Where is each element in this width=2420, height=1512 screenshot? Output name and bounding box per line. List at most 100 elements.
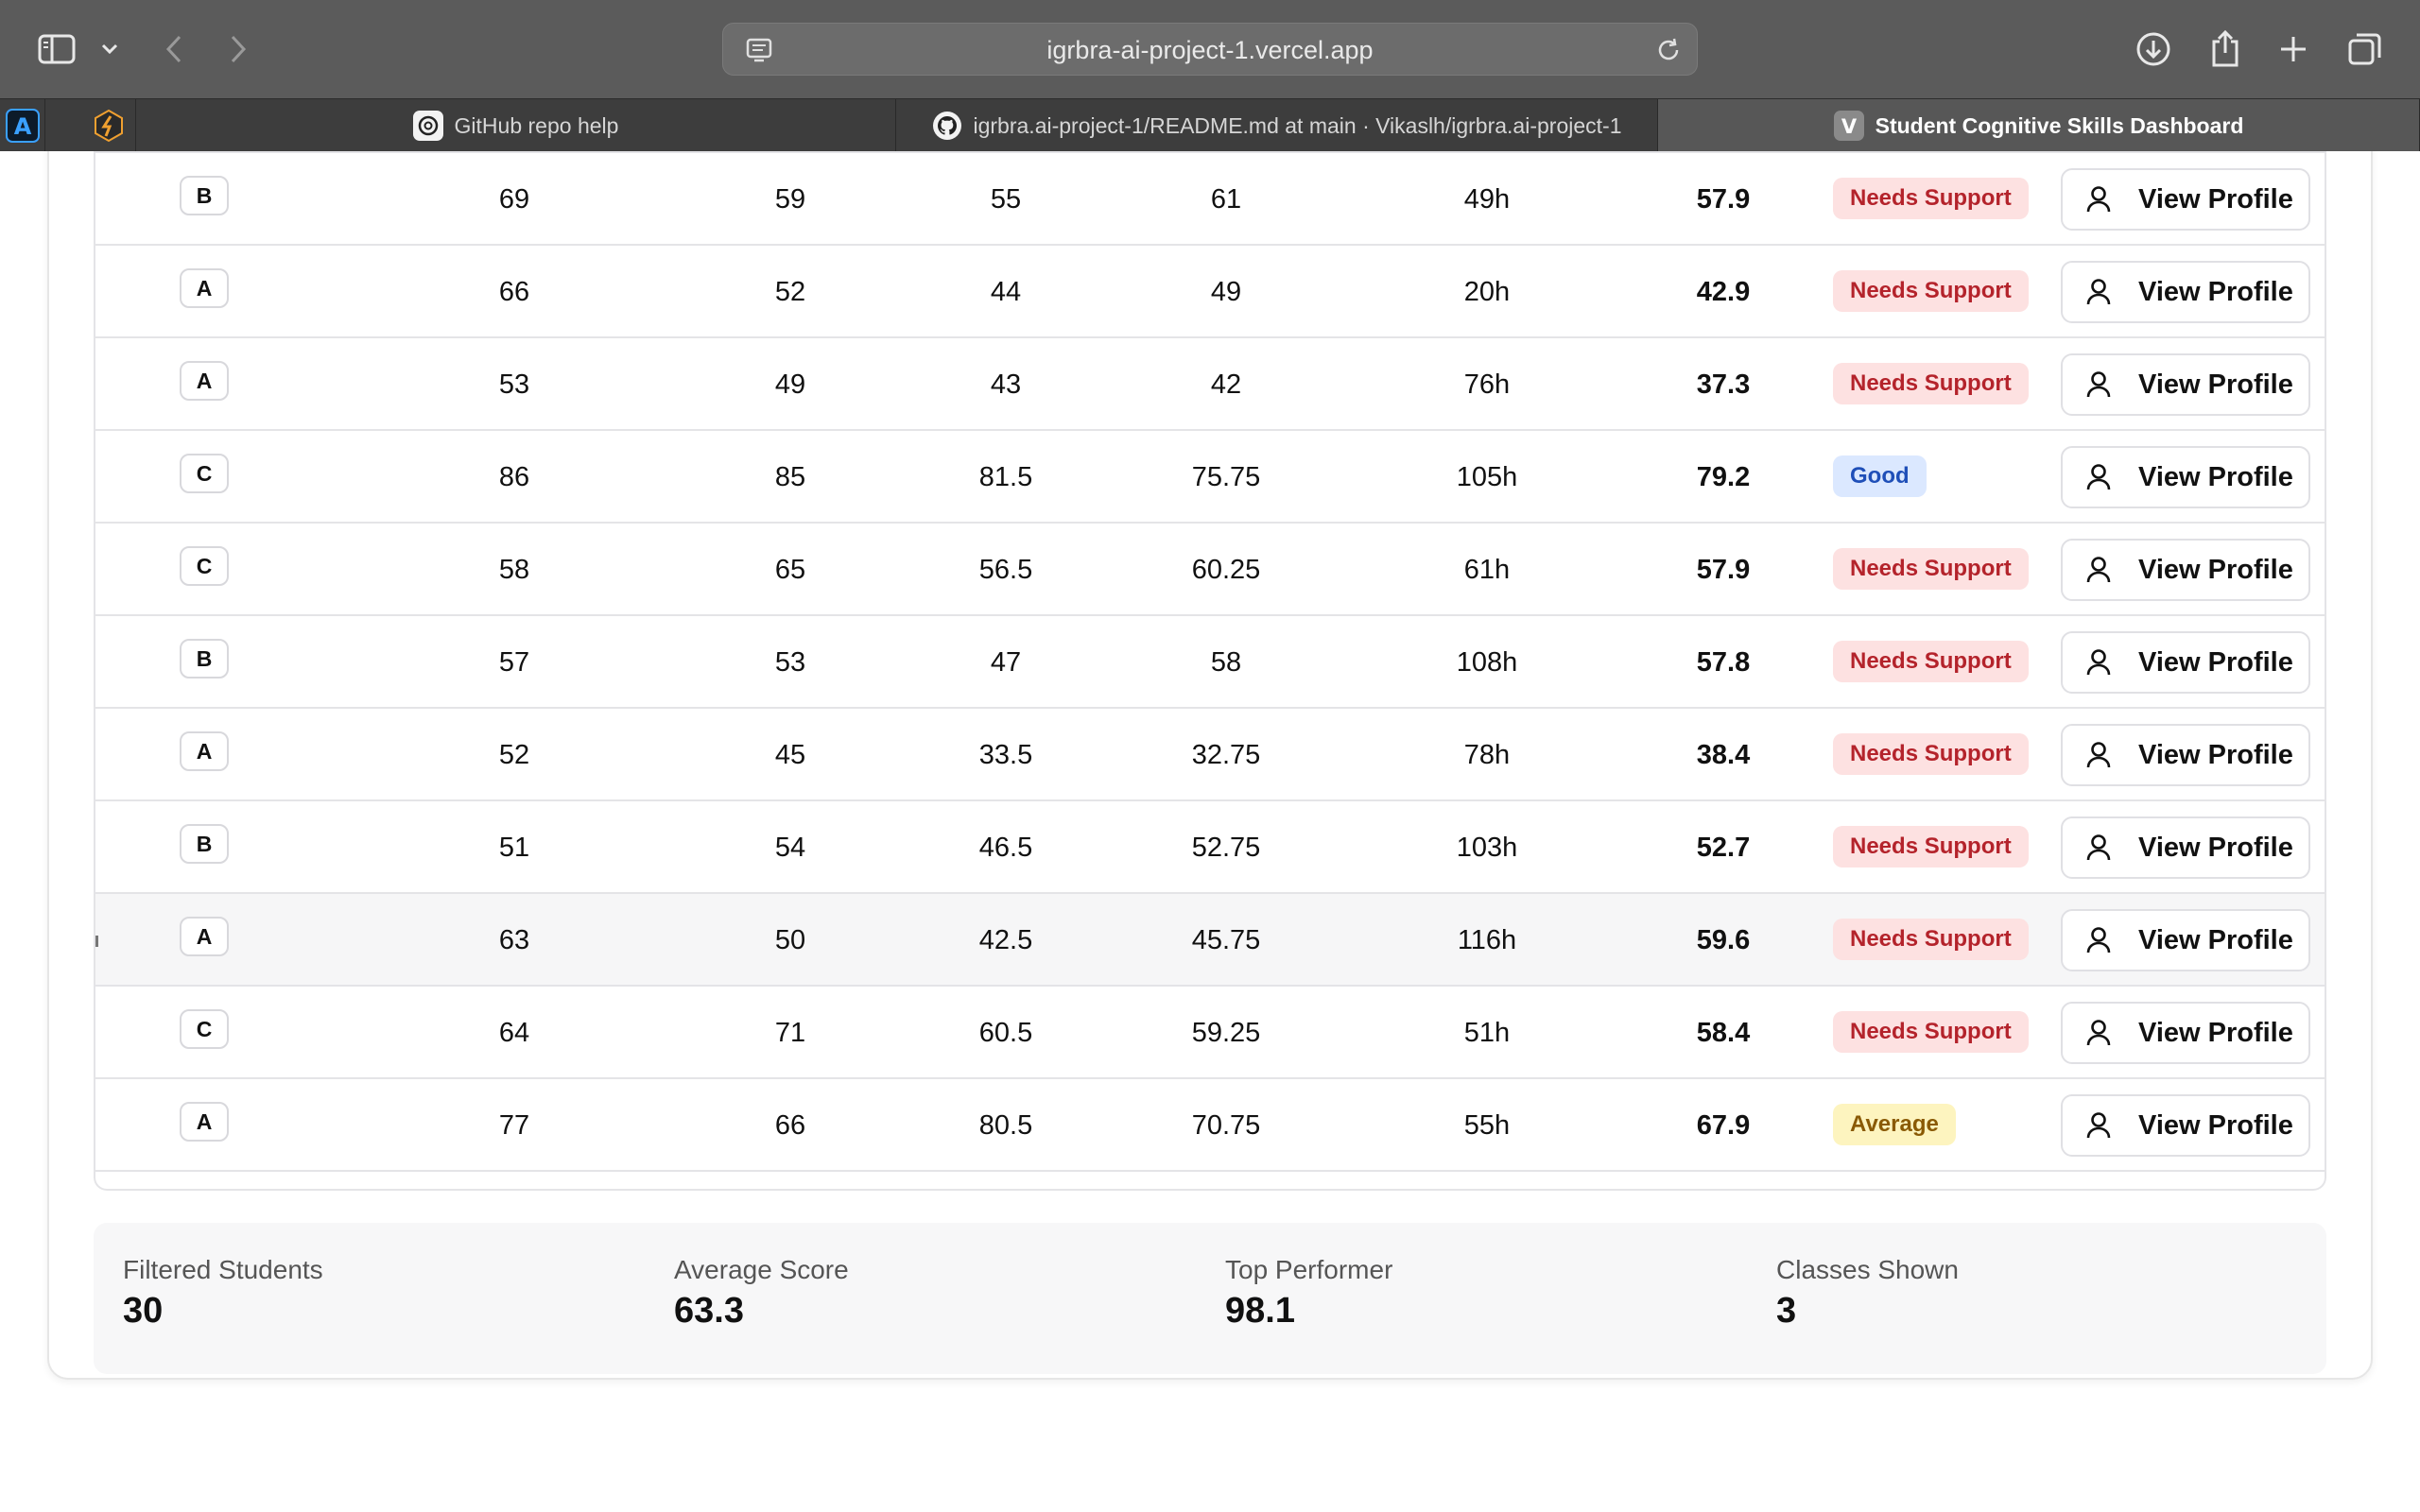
tab-overview-icon[interactable] xyxy=(2342,26,2388,72)
class-badge: A xyxy=(180,361,229,401)
view-profile-label: View Profile xyxy=(2138,924,2293,955)
score-cell: 58.4 xyxy=(1696,1018,1751,1048)
metric-cell: 66 xyxy=(498,277,530,307)
tab-student-dashboard[interactable]: V Student Cognitive Skills Dashboard xyxy=(1658,99,2420,152)
metric-cell: 71 xyxy=(774,1018,806,1048)
status-badge: Needs Support xyxy=(1833,641,2029,682)
view-profile-button[interactable]: View Profile xyxy=(2061,1094,2310,1157)
status-badge: Needs Support xyxy=(1833,178,2029,219)
metric-cell: 54 xyxy=(774,833,806,863)
table-row: B 69 59 55 61 49h 57.9 Needs Support View Profil… xyxy=(95,153,2325,246)
chevron-down-icon[interactable] xyxy=(87,26,132,72)
class-badge: A xyxy=(180,731,229,771)
view-profile-button[interactable]: View Profile xyxy=(2061,631,2310,694)
download-icon[interactable] xyxy=(2131,26,2176,72)
score-cell: 38.4 xyxy=(1696,740,1751,770)
hours-cell: 108h xyxy=(1456,647,1518,678)
metric-cell: 57 xyxy=(498,647,530,678)
metric-cell: 58 xyxy=(1210,647,1242,678)
view-profile-button[interactable]: View Profile xyxy=(2061,724,2310,786)
table-row: C 86 85 81.5 75.75 105h 79.2 Good View Profile xyxy=(95,431,2325,524)
v-icon: V xyxy=(1833,111,1864,141)
tab-github-repo-help[interactable]: GitHub repo help xyxy=(136,99,896,152)
metric-cell: 42 xyxy=(1210,369,1242,400)
address-bar[interactable]: igrbra-ai-project-1.vercel.app xyxy=(722,23,1698,76)
lightning-app-icon xyxy=(94,109,123,143)
pinned-tab-a[interactable]: A xyxy=(0,99,45,152)
metric-cell: 60.25 xyxy=(1191,555,1261,585)
new-tab-icon[interactable] xyxy=(2271,26,2316,72)
view-profile-button[interactable]: View Profile xyxy=(2061,261,2310,323)
share-icon[interactable] xyxy=(2203,26,2248,72)
user-icon xyxy=(2086,371,2111,398)
user-icon xyxy=(2086,927,2111,954)
status-badge: Needs Support xyxy=(1833,1011,2029,1053)
browser-toolbar: igrbra-ai-project-1.vercel.app xyxy=(0,0,2420,98)
table-row: A 53 49 43 42 76h 37.3 Needs Support View Profil… xyxy=(95,338,2325,431)
score-cell: 57.8 xyxy=(1696,647,1751,678)
table-row: A 63 50 42.5 45.75 116h 59.6 Needs Support View … xyxy=(95,894,2325,987)
metric-cell: 43 xyxy=(990,369,1022,400)
metric-cell: 32.75 xyxy=(1191,740,1261,770)
view-profile-button[interactable]: View Profile xyxy=(2061,816,2310,879)
score-cell: 57.9 xyxy=(1696,555,1751,585)
hours-cell: 103h xyxy=(1456,833,1518,863)
view-profile-button[interactable]: View Profile xyxy=(2061,353,2310,416)
status-badge: Average xyxy=(1833,1104,1956,1145)
class-badge: A xyxy=(180,268,229,308)
view-profile-label: View Profile xyxy=(2138,1109,2293,1141)
view-profile-button[interactable]: View Profile xyxy=(2061,539,2310,601)
tab-title: Student Cognitive Skills Dashboard xyxy=(1875,112,2244,138)
tab-title: GitHub repo help xyxy=(454,112,619,138)
score-cell: 79.2 xyxy=(1696,462,1751,492)
table-row: A 52 45 33.5 32.75 78h 38.4 Needs Support View P… xyxy=(95,709,2325,801)
class-badge: A xyxy=(180,917,229,956)
metric-cell: 52.75 xyxy=(1191,833,1261,863)
metric-cell: 77 xyxy=(498,1110,530,1141)
metric-cell: 33.5 xyxy=(978,740,1033,770)
stat-value: 3 xyxy=(1776,1291,1797,1331)
class-badge: C xyxy=(180,454,229,493)
view-profile-button[interactable]: View Profile xyxy=(2061,168,2310,231)
user-icon xyxy=(2086,742,2111,768)
metric-cell: 65 xyxy=(774,555,806,585)
metric-cell: 64 xyxy=(498,1018,530,1048)
metric-cell: 52 xyxy=(774,277,806,307)
status-badge: Needs Support xyxy=(1833,733,2029,775)
metric-cell: 53 xyxy=(498,369,530,400)
summary-stats: Filtered Students 30 Average Score 63.3 … xyxy=(94,1223,2326,1374)
view-profile-label: View Profile xyxy=(2138,369,2293,400)
hours-cell: 76h xyxy=(1463,369,1511,400)
score-cell: 52.7 xyxy=(1696,833,1751,863)
openai-icon xyxy=(412,111,443,141)
back-icon[interactable] xyxy=(151,26,197,72)
view-profile-button[interactable]: View Profile xyxy=(2061,446,2310,508)
user-icon xyxy=(2086,834,2111,861)
metric-cell: 59 xyxy=(774,184,806,215)
tab-github-readme[interactable]: igrbra.ai-project-1/README.md at main · … xyxy=(896,99,1658,152)
stat-label: Top Performer xyxy=(1225,1255,1393,1284)
url-text: igrbra-ai-project-1.vercel.app xyxy=(1046,36,1374,64)
user-icon xyxy=(2086,279,2111,305)
view-profile-button[interactable]: View Profile xyxy=(2061,1002,2310,1064)
user-icon xyxy=(2086,1020,2111,1046)
status-badge: Good xyxy=(1833,455,1927,497)
user-icon xyxy=(2086,649,2111,676)
forward-icon[interactable] xyxy=(216,26,261,72)
metric-cell: 80.5 xyxy=(978,1110,1033,1141)
metric-cell: 49 xyxy=(1210,277,1242,307)
table-row: B 57 53 47 58 108h 57.8 Needs Support View Profi… xyxy=(95,616,2325,709)
metric-cell: 49 xyxy=(774,369,806,400)
metric-cell: 58 xyxy=(498,555,530,585)
reload-icon[interactable] xyxy=(1653,35,1684,65)
status-badge: Needs Support xyxy=(1833,919,2029,960)
sidebar-toggle-icon[interactable] xyxy=(34,26,79,72)
view-profile-button[interactable]: View Profile xyxy=(2061,909,2310,971)
metric-cell: 63 xyxy=(498,925,530,955)
metric-cell: 66 xyxy=(774,1110,806,1141)
pinned-tab-b[interactable] xyxy=(81,99,136,152)
metric-cell: 53 xyxy=(774,647,806,678)
a-app-icon: A xyxy=(5,109,40,143)
score-cell: 42.9 xyxy=(1696,277,1751,307)
table-row: C 58 65 56.5 60.25 61h 57.9 Needs Support View P… xyxy=(95,524,2325,616)
